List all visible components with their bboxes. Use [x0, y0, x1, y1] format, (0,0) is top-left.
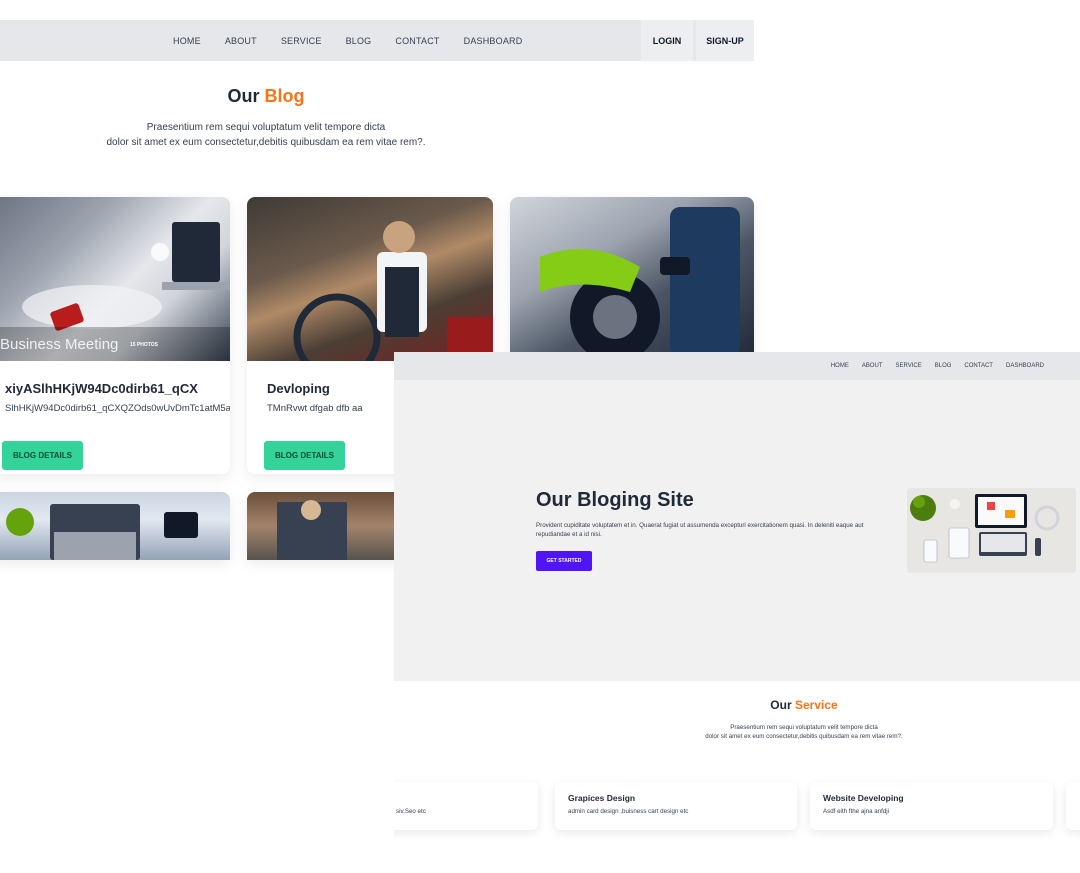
service-section-title: Our Service — [394, 698, 1080, 712]
blog-card-title: Devloping — [267, 381, 330, 396]
nav-service[interactable]: SERVICE — [281, 36, 322, 46]
blog-card-image: Business Meeting 15 PHOTOS — [0, 197, 230, 361]
blog-subtitle-line-1: Praesentium rem sequi voluptatum velit t… — [146, 122, 386, 133]
blog-details-button[interactable]: BLOG DETAILS — [264, 441, 345, 470]
service-section-subtitle: Praesentium rem sequi voluptatum velit t… — [394, 723, 1080, 741]
image-badge: 15 PHOTOS — [130, 342, 158, 348]
service-title-accent: Service — [794, 698, 838, 712]
blog-card-description: TMnRvwt dfgab dfb aa — [267, 403, 363, 414]
nav-links: HOME ABOUT SERVICE BLOG CONTACT DASHBOAR… — [173, 20, 546, 61]
service-card-description: siv,Seo etc — [396, 808, 426, 815]
workspace-illustration — [907, 488, 1076, 573]
motorcycle-mechanic-photo — [540, 207, 740, 361]
screenshot-stage: HOME ABOUT SERVICE BLOG CONTACT DASHBOAR… — [0, 0, 1080, 873]
nav-service[interactable]: SERVICE — [896, 363, 922, 369]
auth-buttons: LOGIN SIGN-UP — [638, 20, 754, 61]
site-preview-page: HOME ABOUT SERVICE BLOG CONTACT DASHBOAR… — [394, 352, 1080, 873]
nav-blog[interactable]: BLOG — [346, 36, 372, 46]
service-subtitle-line-1: Praesentium rem sequi voluptatum velit t… — [730, 724, 878, 731]
blog-section-subtitle: Praesentium rem sequi voluptatum velit t… — [0, 120, 532, 150]
blog-card-image — [510, 197, 754, 361]
nav-home[interactable]: HOME — [831, 363, 849, 369]
service-card-description: Asdf eith fthe ajna anfdji — [823, 808, 890, 815]
service-card-title: Grapices Design — [568, 793, 636, 803]
blog-subtitle-line-2: dolor sit amet ex eum consectetur,debiti… — [106, 137, 426, 148]
blog-title-accent: Blog — [264, 86, 305, 106]
blog-card — [0, 492, 230, 560]
blog-section-title: Our Blog — [0, 86, 532, 107]
nav-dashboard[interactable]: DASHBOARD — [464, 36, 523, 46]
service-card[interactable]: Website Developing Asdf eith fthe ajna a… — [810, 782, 1053, 830]
service-card-title: Website Developing — [823, 793, 904, 803]
nav-blog[interactable]: BLOG — [935, 363, 952, 369]
image-caption: Business Meeting — [0, 336, 119, 353]
hero-text: Provident cupiditate voluptatem et in. Q… — [536, 522, 864, 538]
blog-card: Business Meeting 15 PHOTOS xiyASlhHKjW94… — [0, 197, 230, 474]
nav-contact[interactable]: CONTACT — [964, 363, 993, 369]
blog-card-description: SlhHKjW94Dc0dirb61_qCXQZOds0wUvDmTc1atM5… — [5, 403, 230, 414]
nav-dashboard[interactable]: DASHBOARD — [1006, 363, 1044, 369]
preview-nav-links: HOME ABOUT SERVICE BLOG CONTACT DASHBOAR… — [818, 352, 1044, 380]
nav-about[interactable]: ABOUT — [862, 363, 883, 369]
blog-card-title: xiyASlhHKjW94Dc0dirb61_qCX — [5, 381, 198, 396]
top-navbar: HOME ABOUT SERVICE BLOG CONTACT DASHBOAR… — [0, 20, 754, 61]
preview-navbar: HOME ABOUT SERVICE BLOG CONTACT DASHBOAR… — [394, 352, 1080, 380]
blog-title-prefix: Our — [227, 86, 260, 106]
nav-contact[interactable]: CONTACT — [395, 36, 439, 46]
blog-card-image — [0, 492, 230, 560]
service-card[interactable]: Grapices Design admin card design ,buisn… — [555, 782, 797, 830]
nav-home[interactable]: HOME — [173, 36, 201, 46]
laptop-desk-photo — [6, 504, 198, 560]
service-card[interactable] — [1066, 782, 1080, 830]
blog-details-button[interactable]: BLOG DETAILS — [2, 441, 83, 470]
bike-mechanic-photo — [293, 221, 493, 361]
hero-section: Our Bloging Site Provident cupiditate vo… — [394, 380, 1080, 681]
service-card-description: admin card design ,buisness cart design … — [568, 808, 689, 815]
hero-title: Our Bloging Site — [536, 489, 694, 511]
login-button[interactable]: LOGIN — [641, 20, 693, 61]
get-started-button[interactable]: GET STARTED — [536, 551, 592, 571]
service-card[interactable]: siv,Seo etc — [394, 782, 538, 830]
blog-card-image — [247, 197, 493, 361]
nav-about[interactable]: ABOUT — [225, 36, 257, 46]
service-title-prefix: Our — [770, 698, 792, 712]
signup-button[interactable]: SIGN-UP — [696, 20, 754, 61]
service-subtitle-line-2: dolor sit amet ex eum consectetur,debiti… — [705, 733, 903, 740]
